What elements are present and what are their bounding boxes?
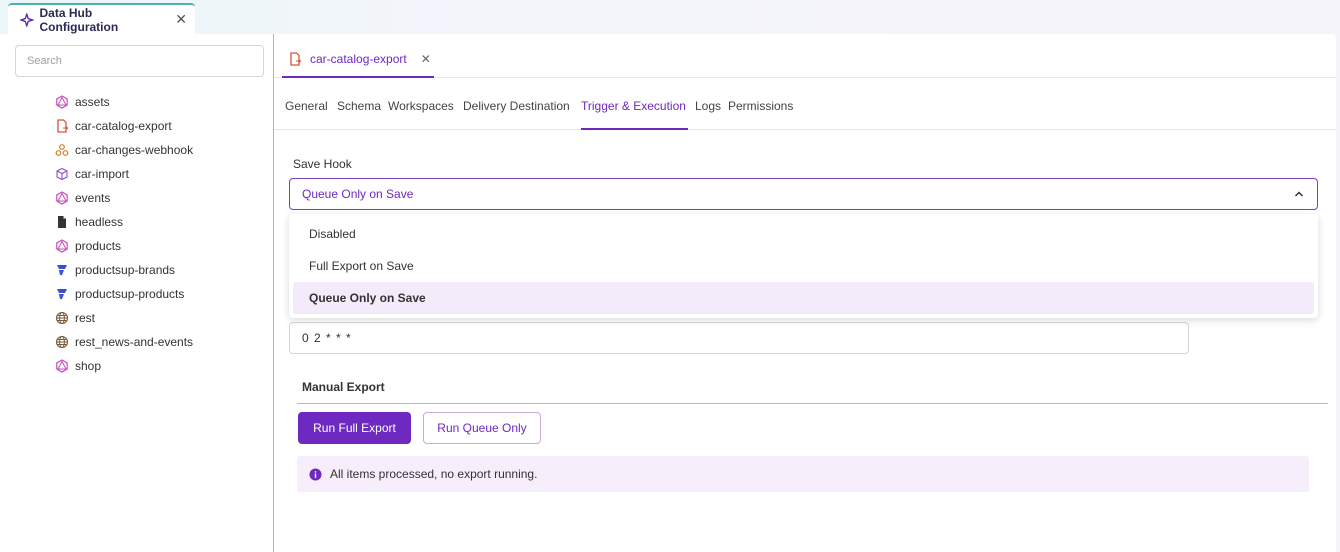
tab-general[interactable]: General xyxy=(285,78,328,130)
tree-item-car-changes-webhook[interactable]: car-changes-webhook xyxy=(55,138,193,162)
document-tab-label: car-catalog-export xyxy=(310,52,407,66)
data-hub-icon xyxy=(20,12,34,27)
save-hook-selected-value: Queue Only on Save xyxy=(302,187,414,201)
tree-item-label: productsup-products xyxy=(75,287,185,301)
option-full-export-on-save[interactable]: Full Export on Save xyxy=(293,250,1314,282)
productsup-icon xyxy=(57,289,67,299)
tree-item-productsup-brands[interactable]: productsup-brands xyxy=(55,258,193,282)
tree-item-rest[interactable]: rest xyxy=(55,306,193,330)
tab-schema[interactable]: Schema xyxy=(337,78,381,130)
tree-item-productsup-products[interactable]: productsup-products xyxy=(55,282,193,306)
tree-item-label: car-import xyxy=(75,167,130,181)
globe-icon xyxy=(55,335,69,349)
document-tabs: car-catalog-export ✕ xyxy=(274,34,1336,78)
productsup-icon xyxy=(57,265,67,275)
tree-item-car-catalog-export[interactable]: car-catalog-export xyxy=(55,114,193,138)
tree-item-rest-news-and-events[interactable]: rest_news-and-events xyxy=(55,330,193,354)
file-export-icon xyxy=(290,52,302,66)
tree-item-shop[interactable]: shop xyxy=(55,354,193,378)
webhook-icon xyxy=(55,144,69,156)
graphql-icon xyxy=(56,359,68,373)
tree-item-car-import[interactable]: car-import xyxy=(55,162,193,186)
app-tab-close-icon[interactable]: ✕ xyxy=(175,11,187,28)
graphql-icon xyxy=(56,239,68,253)
app-tab-data-hub-configuration[interactable]: Data Hub Configuration ✕ xyxy=(8,3,195,34)
tree-item-label: headless xyxy=(75,215,124,229)
save-hook-select[interactable]: Queue Only on Save xyxy=(289,178,1318,210)
option-queue-only-on-save[interactable]: Queue Only on Save xyxy=(293,282,1314,314)
tree-item-events[interactable]: events xyxy=(55,186,193,210)
tree-item-assets[interactable]: assets xyxy=(55,90,193,114)
graphql-icon xyxy=(56,95,68,109)
run-full-export-button[interactable]: Run Full Export xyxy=(298,412,411,444)
main-panel: car-catalog-export ✕ General Schema Work… xyxy=(274,34,1336,552)
document-icon xyxy=(58,216,66,228)
sub-tabs: General Schema Workspaces Delivery Desti… xyxy=(274,78,1336,130)
tree-item-label: products xyxy=(75,239,122,253)
chevron-up-icon xyxy=(1294,191,1304,197)
tree-item-label: car-catalog-export xyxy=(75,119,172,133)
tab-delivery-destination[interactable]: Delivery Destination xyxy=(463,78,570,130)
tab-car-catalog-export[interactable]: car-catalog-export ✕ xyxy=(282,42,434,78)
tree-item-label: assets xyxy=(75,95,110,109)
manual-export-title: Manual Export xyxy=(297,370,1328,404)
tab-workspaces[interactable]: Workspaces xyxy=(388,78,454,130)
tree-item-headless[interactable]: headless xyxy=(55,210,193,234)
tab-logs[interactable]: Logs xyxy=(695,78,721,130)
save-hook-label: Save Hook xyxy=(293,157,352,171)
globe-icon xyxy=(55,311,69,325)
app-body: assets car-catalog-export car-changes-we… xyxy=(0,34,1336,552)
run-queue-only-button[interactable]: Run Queue Only xyxy=(423,412,541,444)
tree-item-label: productsup-brands xyxy=(75,263,176,277)
app-tab-title: Data Hub Configuration xyxy=(39,5,119,34)
option-disabled[interactable]: Disabled xyxy=(293,218,1314,250)
tree-item-label: events xyxy=(75,191,111,205)
file-export-icon xyxy=(57,119,69,133)
tree-item-label: shop xyxy=(75,359,102,373)
document-tab-close-icon[interactable]: ✕ xyxy=(421,52,431,66)
tree-item-products[interactable]: products xyxy=(55,234,193,258)
search-input[interactable] xyxy=(15,45,264,77)
info-icon xyxy=(309,468,322,480)
cube-import-icon xyxy=(56,167,68,181)
sidebar: assets car-catalog-export car-changes-we… xyxy=(0,34,274,552)
cron-schedule-input[interactable] xyxy=(289,322,1189,354)
tree-item-label: rest_news-and-events xyxy=(75,335,194,349)
graphql-icon xyxy=(56,191,68,205)
tab-permissions[interactable]: Permissions xyxy=(728,78,793,130)
config-tree: assets car-catalog-export car-changes-we… xyxy=(55,90,193,378)
save-hook-dropdown: Disabled Full Export on Save Queue Only … xyxy=(289,214,1318,318)
tree-item-label: car-changes-webhook xyxy=(75,143,194,157)
status-info-banner: All items processed, no export running. xyxy=(297,456,1309,492)
tree-item-label: rest xyxy=(75,311,96,325)
status-message: All items processed, no export running. xyxy=(330,467,538,481)
tab-trigger-execution[interactable]: Trigger & Execution xyxy=(581,78,688,130)
